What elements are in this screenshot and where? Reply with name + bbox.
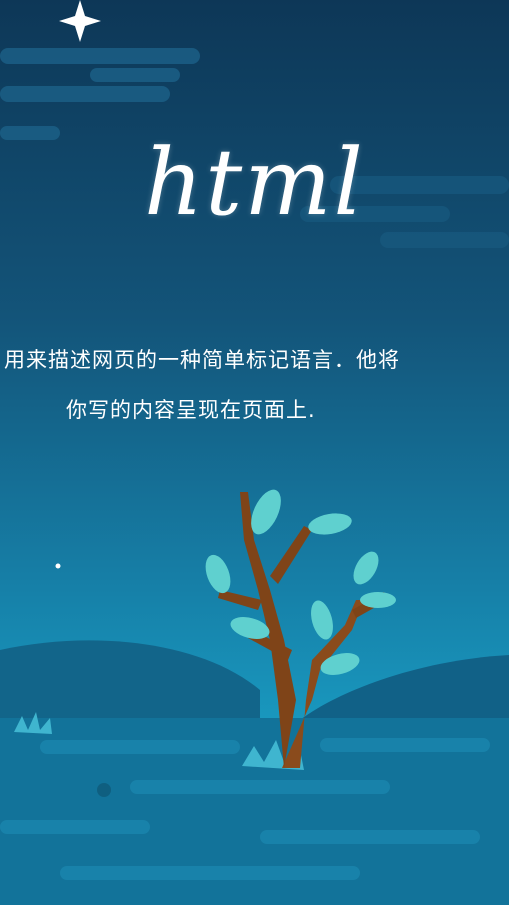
rock (97, 783, 111, 797)
small-star-icon (55, 563, 61, 569)
poster: html 用来描述网页的一种简单标记语言．他将 你写的内容呈现在页面上. (0, 0, 509, 905)
description-line-1: 用来描述网页的一种简单标记语言．他将 (4, 348, 400, 372)
page-title: html (144, 129, 365, 236)
description-line-2: 你写的内容呈现在页面上. (66, 398, 316, 422)
